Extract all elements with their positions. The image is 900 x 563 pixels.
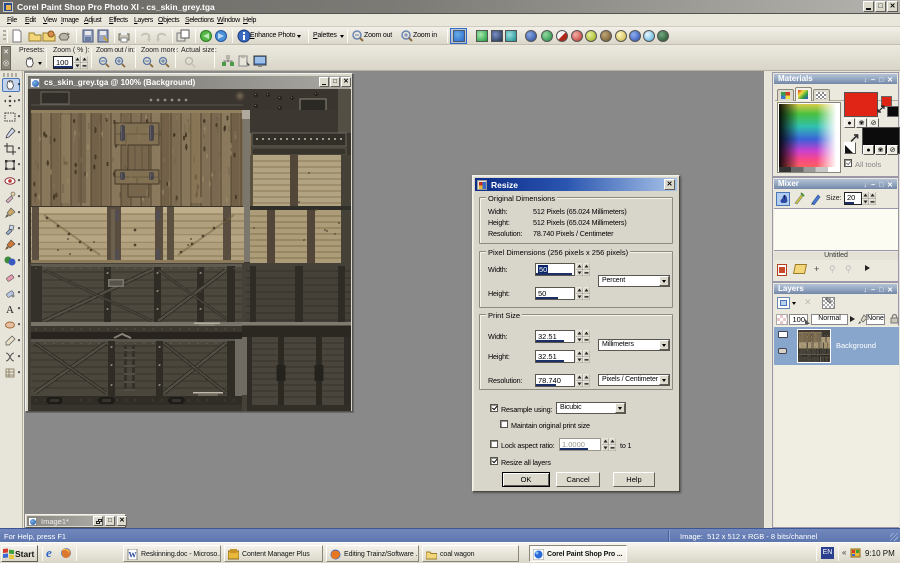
- svg-text:W: W: [129, 551, 137, 560]
- svg-text:A: A: [6, 304, 14, 315]
